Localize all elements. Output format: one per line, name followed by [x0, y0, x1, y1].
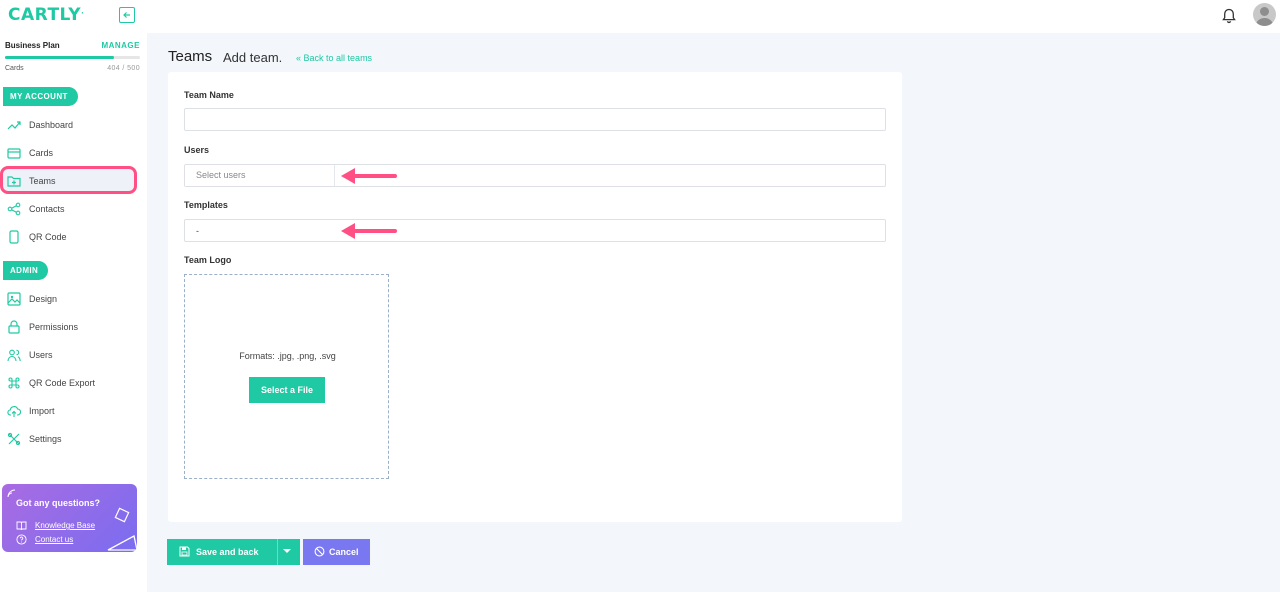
plan-name: Business Plan — [5, 41, 60, 50]
collapse-sidebar-button[interactable] — [119, 7, 135, 23]
sidebar-item-users[interactable]: Users — [0, 344, 147, 366]
sidebar-item-label: QR Code — [29, 232, 67, 242]
sidebar-item-dashboard[interactable]: Dashboard — [0, 114, 147, 136]
templates-value: - — [196, 225, 199, 236]
users-placeholder: Select users — [196, 170, 246, 180]
signal-icon — [7, 489, 16, 498]
back-to-teams-link[interactable]: « Back to all teams — [296, 53, 372, 63]
book-icon — [16, 521, 27, 531]
admin-section-label: ADMIN — [3, 261, 49, 280]
sidebar-item-import[interactable]: Import — [0, 400, 147, 422]
sidebar-item-label: QR Code Export — [29, 378, 96, 388]
users-label: Users — [184, 145, 210, 155]
cancel-button[interactable]: Cancel — [303, 539, 370, 565]
upload-cloud-icon — [7, 406, 21, 417]
sidebar-item-permissions[interactable]: Permissions — [0, 316, 147, 338]
cancel-button-label: Cancel — [329, 547, 359, 557]
help-box: Got any questions? Knowledge Base Contac… — [2, 484, 137, 552]
team-name-input[interactable] — [184, 108, 886, 131]
caret-down-icon[interactable] — [283, 549, 291, 553]
double-chevron-left-icon: « — [296, 53, 302, 63]
sidebar-item-label: Users — [29, 350, 53, 360]
top-bar: CARTLY. — [0, 0, 1280, 33]
arrow-left-icon — [123, 12, 130, 18]
sidebar-item-label: Settings — [29, 434, 62, 444]
trend-icon — [7, 121, 21, 130]
select-file-button[interactable]: Select a File — [249, 377, 325, 403]
help-title: Got any questions? — [16, 498, 101, 508]
my-account-section-label: MY ACCOUNT — [3, 87, 78, 106]
tools-icon — [7, 432, 21, 446]
cartly-logo[interactable]: CARTLY. — [8, 5, 84, 25]
manage-plan-link[interactable]: MANAGE — [101, 41, 140, 50]
command-icon — [8, 377, 20, 389]
sidebar: Business Plan MANAGE Cards 404 / 500 MY … — [0, 33, 147, 592]
image-icon — [7, 292, 21, 306]
templates-select[interactable]: - — [184, 219, 886, 242]
formats-text: Formats: .jpg, .png, .svg — [239, 351, 336, 361]
sidebar-item-qr-code[interactable]: QR Code — [0, 226, 147, 248]
sidebar-item-label: Teams — [29, 176, 56, 186]
sidebar-item-settings[interactable]: Settings — [0, 428, 147, 450]
lock-icon — [8, 320, 20, 334]
sidebar-item-label: Cards — [29, 148, 54, 158]
sidebar-item-label: Import — [29, 406, 55, 416]
save-icon — [179, 546, 190, 557]
sidebar-item-label: Dashboard — [29, 120, 74, 130]
knowledge-base-link[interactable]: Knowledge Base — [35, 521, 95, 530]
sidebar-item-design[interactable]: Design — [0, 288, 147, 310]
page-subtitle: Add team. — [223, 50, 283, 65]
sidebar-item-label: Permissions — [29, 322, 79, 332]
pointer-arrow-users-icon — [341, 168, 397, 184]
users-icon — [7, 349, 21, 362]
ban-icon — [314, 546, 325, 557]
templates-label: Templates — [184, 200, 228, 210]
cards-usage-row: Cards 404 / 500 — [5, 65, 140, 72]
phone-icon — [9, 230, 19, 244]
page-title: Teams — [168, 48, 213, 65]
sidebar-item-teams[interactable]: Teams — [0, 170, 147, 192]
cards-count: 404 / 500 — [107, 65, 140, 72]
team-logo-label: Team Logo — [184, 255, 232, 265]
folder-plus-icon — [7, 176, 21, 187]
sidebar-item-contacts[interactable]: Contacts — [0, 198, 147, 220]
user-silhouette-icon — [1255, 7, 1274, 26]
sidebar-item-label: Design — [29, 294, 58, 304]
plan-usage-bar — [5, 56, 140, 59]
cards-label: Cards — [5, 65, 24, 72]
split-divider — [277, 539, 278, 565]
bell-icon[interactable] — [1220, 7, 1238, 25]
pointer-arrow-templates-icon — [341, 223, 397, 239]
save-button-label: Save and back — [196, 547, 259, 557]
plan-usage-fill — [5, 56, 115, 59]
decorative-shapes-icon — [107, 507, 137, 551]
question-circle-icon — [16, 534, 27, 545]
card-icon — [7, 148, 21, 159]
plan-row: Business Plan MANAGE — [5, 41, 140, 50]
contact-us-link[interactable]: Contact us — [35, 535, 73, 544]
logo-upload-dropzone[interactable]: Formats: .jpg, .png, .svg Select a File — [184, 274, 389, 479]
back-link-label: Back to all teams — [303, 53, 373, 63]
sidebar-item-qr-code-export[interactable]: QR Code Export — [0, 372, 147, 394]
user-avatar[interactable] — [1253, 3, 1276, 26]
team-name-label: Team Name — [184, 90, 234, 100]
save-and-back-button[interactable]: Save and back — [167, 539, 300, 565]
sidebar-item-cards[interactable]: Cards — [0, 142, 147, 164]
share-icon — [7, 202, 21, 216]
sidebar-item-label: Contacts — [29, 204, 65, 214]
